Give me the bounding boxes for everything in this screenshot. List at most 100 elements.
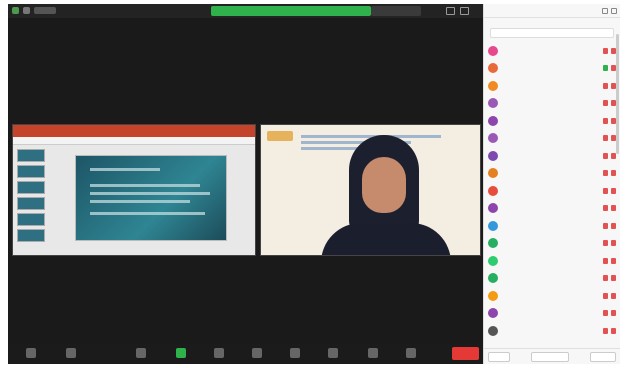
end-meeting-button[interactable]: [452, 347, 479, 360]
muted-microphone-icon: [603, 257, 608, 264]
slide-text-line: [90, 200, 190, 203]
avatar: [488, 63, 498, 74]
slide-text-line: [90, 192, 210, 195]
participant-row[interactable]: [488, 77, 616, 95]
mute-all-button[interactable]: [531, 352, 569, 362]
participants-icon[interactable]: [176, 348, 186, 358]
muted-microphone-icon: [603, 47, 608, 54]
muted-microphone-icon: [603, 170, 608, 177]
slide-title-line: [90, 168, 160, 171]
screen-share-banner: [211, 6, 371, 16]
video-icon[interactable]: [66, 348, 76, 358]
muted-microphone-icon: [603, 65, 608, 72]
top-left-icons: [12, 7, 56, 14]
participant-row[interactable]: [488, 95, 616, 113]
slide-thumbnail: [17, 181, 45, 194]
popout-icon[interactable]: [602, 8, 608, 14]
share-screen-icon[interactable]: [214, 348, 224, 358]
participant-row[interactable]: [488, 112, 616, 130]
video-off-icon: [611, 310, 616, 317]
background-logo: [267, 131, 293, 141]
participant-row[interactable]: [488, 130, 616, 148]
avatar: [488, 290, 498, 301]
record-icon[interactable]: [290, 348, 300, 358]
muted-microphone-icon: [603, 327, 608, 334]
microphone-icon[interactable]: [26, 348, 36, 358]
video-off-icon: [611, 205, 616, 212]
video-off-icon: [611, 187, 616, 194]
meeting-top-bar: [8, 4, 483, 18]
avatar: [488, 220, 498, 231]
participant-row[interactable]: [488, 147, 616, 165]
video-off-icon: [611, 292, 616, 299]
participant-row[interactable]: [488, 217, 616, 235]
speaker-video: [321, 135, 451, 255]
participant-row[interactable]: [488, 252, 616, 270]
avatar: [488, 238, 498, 249]
chevron-down-icon[interactable]: [611, 8, 617, 14]
participant-row[interactable]: [488, 235, 616, 253]
muted-microphone-icon: [603, 292, 608, 299]
avatar: [488, 150, 498, 161]
powerpoint-toolbar: [13, 137, 255, 145]
avatar: [488, 185, 498, 196]
reactions-icon[interactable]: [328, 348, 338, 358]
shared-screen-tile: [12, 124, 256, 256]
muted-microphone-icon: [603, 100, 608, 107]
avatar: [488, 45, 498, 56]
shield-icon[interactable]: [12, 7, 19, 14]
chat-icon[interactable]: [252, 348, 262, 358]
muted-microphone-icon: [603, 135, 608, 142]
video-off-icon: [611, 275, 616, 282]
meeting-toolbar: [8, 344, 483, 364]
avatar: [488, 80, 498, 91]
participant-search-input[interactable]: [490, 28, 614, 38]
muted-microphone-icon: [603, 187, 608, 194]
avatar: [488, 255, 498, 266]
participant-row[interactable]: [488, 305, 616, 323]
participant-row[interactable]: [488, 42, 616, 60]
participant-row[interactable]: [488, 287, 616, 305]
participants-list: [484, 42, 620, 340]
participant-row[interactable]: [488, 165, 616, 183]
avatar: [488, 308, 498, 319]
slide-thumbnail: [17, 213, 45, 226]
security-icon[interactable]: [136, 348, 146, 358]
participant-row[interactable]: [488, 322, 616, 340]
video-off-icon: [611, 222, 616, 229]
info-icon[interactable]: [23, 7, 30, 14]
avatar: [488, 133, 498, 144]
video-off-icon: [611, 170, 616, 177]
muted-microphone-icon: [603, 117, 608, 124]
scrollbar[interactable]: [616, 34, 619, 154]
participants-header: [484, 4, 620, 18]
participants-footer: [484, 348, 620, 364]
apps-icon[interactable]: [368, 348, 378, 358]
muted-microphone-icon: [603, 275, 608, 282]
more-icon[interactable]: [406, 348, 416, 358]
slide-text-line: [90, 184, 200, 187]
participants-panel: [483, 4, 620, 364]
avatar: [488, 168, 498, 179]
recording-indicator: [34, 7, 56, 14]
speaker-face: [362, 157, 406, 213]
muted-microphone-icon: [603, 240, 608, 247]
muted-microphone-icon: [603, 222, 608, 229]
powerpoint-ribbon: [13, 125, 255, 137]
speaker-body: [321, 223, 451, 255]
more-options-button[interactable]: [590, 352, 616, 362]
slide-thumbnails: [17, 149, 45, 242]
muted-microphone-icon: [603, 82, 608, 89]
speaker-video-tile[interactable]: [260, 124, 481, 256]
participant-row[interactable]: [488, 200, 616, 218]
grid-icon[interactable]: [446, 7, 455, 15]
zoom-window: [8, 4, 620, 364]
slide-thumbnail: [17, 149, 45, 162]
stop-share-button[interactable]: [371, 6, 421, 16]
current-slide: [75, 155, 227, 241]
invite-button[interactable]: [488, 352, 510, 362]
participant-row[interactable]: [488, 182, 616, 200]
fullscreen-icon[interactable]: [460, 7, 469, 15]
participant-row[interactable]: [488, 60, 616, 78]
participant-row[interactable]: [488, 270, 616, 288]
